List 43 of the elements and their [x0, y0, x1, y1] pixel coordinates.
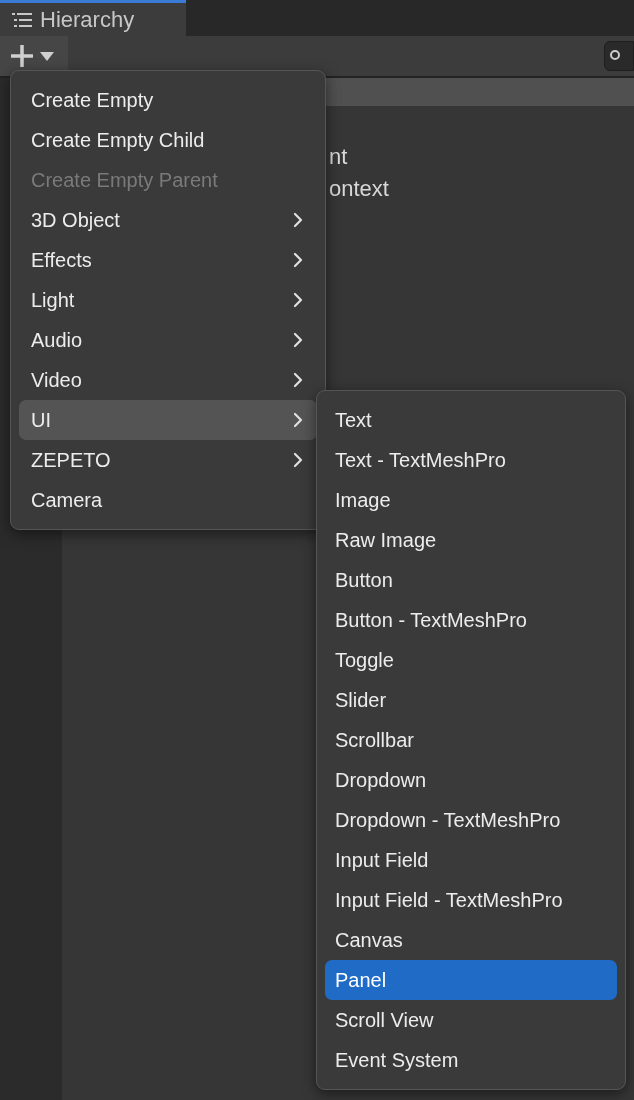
menu-item[interactable]: Slider	[325, 680, 617, 720]
list-icon	[12, 11, 32, 28]
menu-item[interactable]: Audio	[19, 320, 317, 360]
menu-item[interactable]: Text - TextMeshPro	[325, 440, 617, 480]
menu-item[interactable]: Button - TextMeshPro	[325, 600, 617, 640]
chevron-right-icon	[293, 412, 303, 428]
menu-item[interactable]: 3D Object	[19, 200, 317, 240]
plus-icon	[10, 44, 34, 68]
chevron-right-icon	[293, 452, 303, 468]
menu-item[interactable]: Effects	[19, 240, 317, 280]
menu-item[interactable]: ZEPETO	[19, 440, 317, 480]
menu-item[interactable]: Input Field - TextMeshPro	[325, 880, 617, 920]
tree-item-text: ontext	[329, 176, 389, 202]
menu-item[interactable]: Button	[325, 560, 617, 600]
chevron-right-icon	[293, 212, 303, 228]
menu-item[interactable]: Raw Image	[325, 520, 617, 560]
search-field[interactable]	[604, 41, 634, 71]
menu-item[interactable]: Dropdown	[325, 760, 617, 800]
menu-item[interactable]: UI	[19, 400, 317, 440]
menu-item[interactable]: Input Field	[325, 840, 617, 880]
menu-item[interactable]: Dropdown - TextMeshPro	[325, 800, 617, 840]
menu-item[interactable]: Camera	[19, 480, 317, 520]
search-icon	[609, 49, 623, 63]
menu-item[interactable]: Create Empty Child	[19, 120, 317, 160]
hierarchy-tab[interactable]: Hierarchy	[0, 0, 186, 36]
menu-item[interactable]: Text	[325, 400, 617, 440]
menu-item[interactable]: Video	[19, 360, 317, 400]
menu-item[interactable]: Event System	[325, 1040, 617, 1080]
chevron-right-icon	[293, 372, 303, 388]
menu-item[interactable]: Panel	[325, 960, 617, 1000]
menu-item[interactable]: Scrollbar	[325, 720, 617, 760]
tab-label: Hierarchy	[40, 6, 135, 33]
menu-item[interactable]: Toggle	[325, 640, 617, 680]
menu-item[interactable]: Image	[325, 480, 617, 520]
chevron-right-icon	[293, 252, 303, 268]
tree-item-text: nt	[329, 144, 348, 170]
menu-item[interactable]: Create Empty	[19, 80, 317, 120]
menu-item[interactable]: Scroll View	[325, 1000, 617, 1040]
menu-item[interactable]: Canvas	[325, 920, 617, 960]
menu-item[interactable]: Light	[19, 280, 317, 320]
chevron-right-icon	[293, 292, 303, 308]
caret-icon	[40, 51, 54, 61]
chevron-right-icon	[293, 332, 303, 348]
